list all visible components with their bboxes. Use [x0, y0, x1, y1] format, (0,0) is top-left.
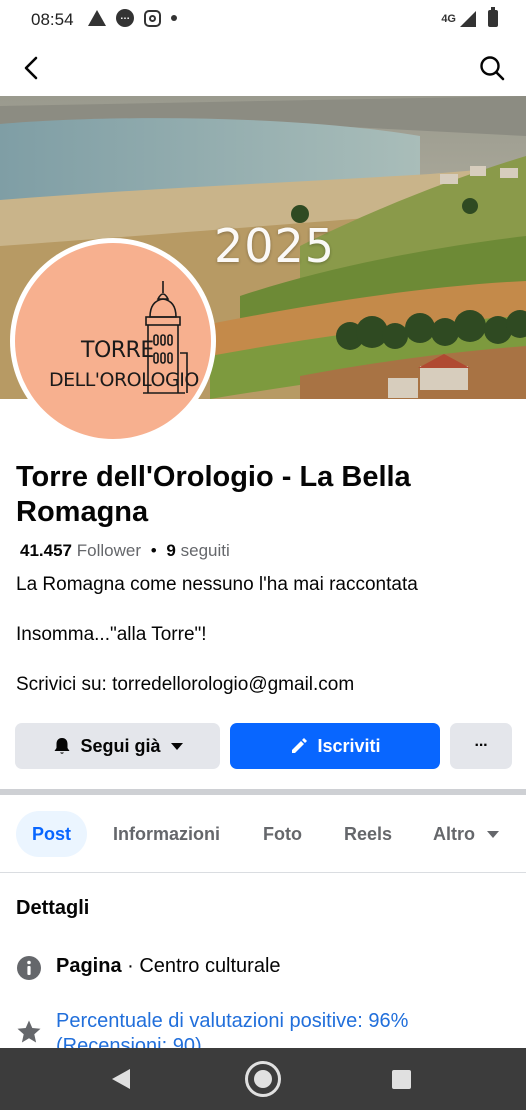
tab-foto-label: Foto: [263, 823, 302, 844]
category-name: · Centro culturale: [121, 955, 281, 977]
logo-text-line1: TORRE: [81, 338, 154, 363]
tab-post-label: Post: [32, 823, 72, 844]
tab-informazioni-label: Informazioni: [113, 823, 220, 844]
nav-home-icon[interactable]: [245, 1061, 281, 1097]
follow-button[interactable]: Segui già: [15, 723, 220, 769]
info-icon: [17, 956, 41, 980]
bio-line-3: Scrivici su: torredellorologio@gmail.com: [16, 674, 355, 695]
signal-icon: [460, 10, 476, 27]
logo-text-line2: DELL'OROLOGIO: [49, 369, 199, 391]
nav-recents-icon[interactable]: [392, 1070, 411, 1089]
following-count: 9: [166, 541, 176, 560]
profile-tabs: Post Informazioni Foto Reels Altro: [0, 811, 526, 859]
page-title: Torre dell'Orologio - La Bella Romagna: [16, 461, 411, 528]
more-icon: ···: [474, 737, 489, 754]
nav-back-icon[interactable]: [112, 1069, 130, 1089]
more-options-button[interactable]: ···: [450, 723, 512, 769]
back-arrow-icon[interactable]: [18, 54, 46, 82]
tab-reels[interactable]: Reels: [344, 811, 392, 857]
chat-icon: …: [116, 9, 134, 27]
tab-informazioni[interactable]: Informazioni: [113, 811, 220, 857]
top-nav: [0, 40, 526, 96]
follower-stats[interactable]: 41.457 Follower • 9 seguiti: [20, 541, 230, 561]
bio-line-2: Insomma..."alla Torre"!: [16, 624, 207, 645]
rating-percentage[interactable]: Percentuale di valutazioni positive: 96%: [56, 1009, 408, 1034]
status-bar: 08:54 … 4G: [0, 0, 526, 40]
subscribe-button-label: Iscriviti: [317, 735, 381, 756]
followers-label: Follower: [76, 541, 141, 560]
followers-count: 41.457: [20, 541, 72, 560]
network-type: 4G: [441, 12, 456, 25]
tab-post[interactable]: Post: [16, 811, 88, 857]
battery-icon: [488, 7, 498, 27]
system-navigation-bar: [0, 1048, 526, 1110]
status-time: 08:54: [31, 10, 74, 29]
category-type: Pagina: [56, 955, 122, 977]
chevron-down-icon: [170, 742, 183, 750]
chevron-down-icon: [487, 830, 499, 838]
details-heading: Dettagli: [16, 897, 90, 919]
tab-reels-label: Reels: [344, 823, 393, 844]
search-icon[interactable]: [478, 54, 506, 82]
following-label: seguiti: [180, 541, 230, 560]
tab-foto[interactable]: Foto: [263, 811, 302, 857]
warning-icon: [88, 10, 106, 26]
stats-separator: •: [150, 541, 157, 560]
star-icon: [17, 1020, 41, 1043]
system-icons: 4G: [441, 7, 498, 27]
pencil-icon: [289, 736, 309, 756]
logo: TORRE DELL'OROLOGIO: [15, 243, 211, 439]
profile-picture[interactable]: TORRE DELL'OROLOGIO: [10, 238, 216, 444]
section-divider: [0, 789, 526, 795]
subscribe-button[interactable]: Iscriviti: [230, 723, 440, 769]
bio-line-1: La Romagna come nessuno l'ha mai raccont…: [16, 574, 418, 595]
follow-button-label: Segui già: [80, 735, 161, 756]
bell-icon: [52, 736, 72, 756]
tab-altro[interactable]: Altro: [433, 811, 499, 857]
instagram-icon: [144, 9, 161, 27]
cover-year-text: 2025: [214, 219, 336, 273]
detail-category: Pagina · Centro culturale: [16, 955, 281, 981]
notification-icons: …: [88, 9, 177, 27]
tabs-divider: [0, 872, 526, 873]
tab-altro-label: Altro: [433, 823, 475, 844]
dot-icon: [171, 15, 177, 21]
